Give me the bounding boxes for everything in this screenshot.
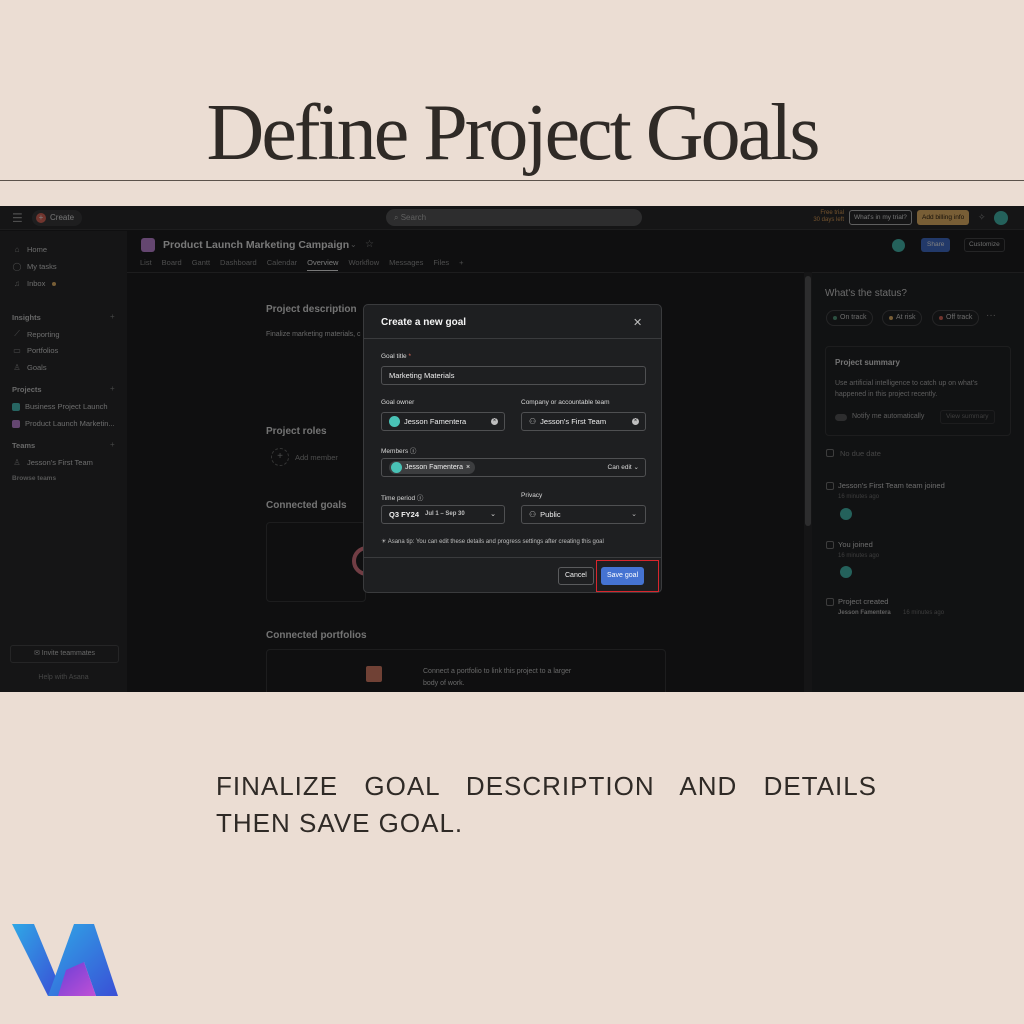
members-label-text: Members bbox=[381, 448, 409, 455]
instruction-text: FINALIZE GOAL DESCRIPTION AND DETAILS TH… bbox=[216, 771, 877, 838]
team-label: Company or accountable team bbox=[521, 399, 610, 406]
dialog-title: Create a new goal bbox=[381, 317, 467, 328]
goal-owner-field[interactable]: Jesson Famentera × bbox=[381, 412, 505, 431]
asana-screenshot: ☰ + Create ⌕ Search Free trial 30 days l… bbox=[0, 206, 1024, 692]
owner-name: Jesson Famentera bbox=[404, 417, 467, 426]
close-icon[interactable]: ✕ bbox=[633, 316, 642, 329]
asana-tip: ☀ Asana tip: You can edit these details … bbox=[381, 538, 604, 545]
goal-title-label-text: Goal title bbox=[381, 353, 407, 360]
time-period-label-text: Time period bbox=[381, 495, 416, 502]
chevron-down-icon: ⌄ bbox=[490, 511, 496, 518]
tip-text: Asana tip: You can edit these details an… bbox=[387, 539, 604, 545]
accountable-team-field[interactable]: ⚇ Jesson's First Team × bbox=[521, 412, 646, 431]
required-marker: * bbox=[408, 353, 411, 360]
page-title: Define Project Goals bbox=[206, 89, 821, 177]
chevron-down-icon: ⌄ bbox=[633, 464, 639, 471]
members-label: Members ⓘ bbox=[381, 445, 416, 455]
permission-value: Can edit bbox=[607, 464, 632, 471]
member-name: Jesson Famentera bbox=[405, 464, 463, 471]
dialog-footer-divider bbox=[364, 557, 661, 558]
info-icon[interactable]: ⓘ bbox=[410, 448, 417, 455]
info-icon[interactable]: ⓘ bbox=[417, 495, 424, 502]
brand-logo bbox=[12, 924, 118, 996]
create-goal-dialog: Create a new goal ✕ Goal title * Marketi… bbox=[363, 304, 662, 593]
member-avatar bbox=[391, 462, 402, 473]
time-period-select[interactable]: Q3 FY24 Jul 1 – Sep 30 ⌄ bbox=[381, 505, 505, 524]
time-period-label: Time period ⓘ bbox=[381, 492, 423, 502]
member-chip[interactable]: Jesson Famentera × bbox=[389, 461, 476, 474]
lightbulb-icon: ☀ bbox=[381, 539, 388, 545]
privacy-label: Privacy bbox=[521, 492, 543, 499]
goal-title-label: Goal title * bbox=[381, 353, 411, 360]
member-permission-select[interactable]: Can edit ⌄ bbox=[608, 459, 639, 476]
clear-owner-icon[interactable]: × bbox=[491, 418, 498, 425]
owner-avatar bbox=[389, 416, 400, 427]
privacy-select[interactable]: ⚇ Public ⌄ bbox=[521, 505, 646, 524]
goal-title-input[interactable]: Marketing Materials bbox=[381, 366, 646, 385]
time-period-range: Jul 1 – Sep 30 bbox=[425, 511, 465, 517]
team-name: Jesson's First Team bbox=[540, 417, 607, 426]
members-field[interactable]: Jesson Famentera × Can edit ⌄ bbox=[381, 458, 646, 477]
save-goal-highlight-box bbox=[596, 560, 659, 592]
chevron-down-icon: ⌄ bbox=[631, 511, 637, 518]
goal-owner-label: Goal owner bbox=[381, 399, 415, 406]
remove-member-icon[interactable]: × bbox=[466, 461, 470, 474]
time-period-value: Q3 FY24 bbox=[389, 510, 420, 519]
goal-title-value: Marketing Materials bbox=[389, 371, 455, 380]
team-icon: ⚇ bbox=[529, 417, 537, 426]
title-divider bbox=[0, 180, 1024, 181]
people-icon: ⚇ bbox=[529, 510, 537, 519]
privacy-value: Public bbox=[540, 510, 561, 519]
dialog-divider bbox=[364, 338, 661, 339]
clear-team-icon[interactable]: × bbox=[632, 418, 639, 425]
cancel-button[interactable]: Cancel bbox=[558, 567, 594, 585]
